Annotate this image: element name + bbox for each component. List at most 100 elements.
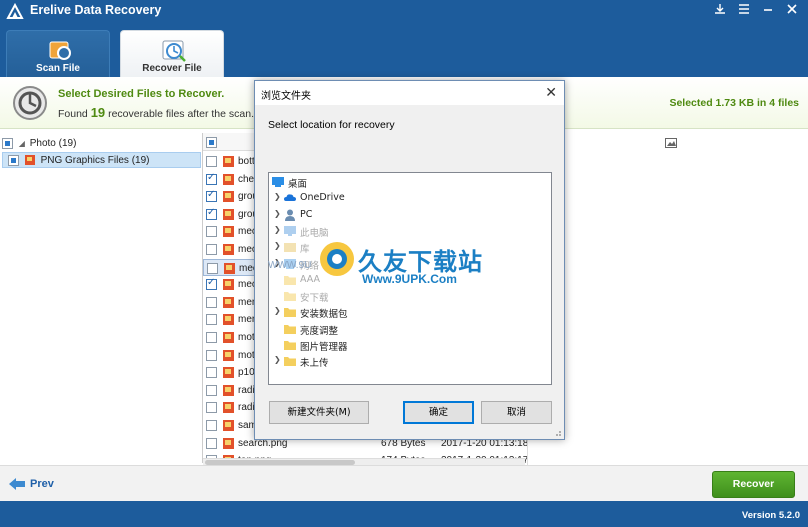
folder-icon [284, 357, 296, 367]
desktop-icon [272, 177, 284, 187]
file-name: mer [238, 296, 256, 308]
folder-tree-label: OneDrive [300, 192, 345, 204]
file-checkbox[interactable] [206, 296, 217, 308]
file-checkbox[interactable] [206, 244, 217, 255]
prev-button[interactable]: Prev [8, 476, 68, 494]
file-checkbox[interactable] [206, 402, 217, 414]
file-checkbox[interactable] [206, 349, 217, 361]
png-file-icon [223, 226, 234, 238]
resize-grip-icon[interactable] [552, 427, 562, 437]
png-file-icon [223, 314, 234, 326]
dialog-prompt: Select location for recovery [268, 119, 395, 131]
file-checkbox[interactable] [206, 189, 217, 203]
expand-chevron-icon[interactable]: ❯ [274, 209, 281, 218]
info-heading: Select Desired Files to Recover. [58, 88, 225, 100]
folder-tree-item[interactable]: 桌面 [269, 174, 549, 190]
library-icon [284, 243, 296, 253]
expand-chevron-icon[interactable]: ❯ [274, 192, 281, 201]
folder-icon [284, 275, 296, 285]
tree-item-png[interactable]: PNG Graphics Files (19) [2, 152, 201, 168]
folder-tree-label: 图片管理器 [300, 342, 348, 353]
png-file-icon [224, 262, 235, 274]
tab-recover-file-label: Recover File [142, 63, 202, 74]
file-checkbox[interactable] [206, 367, 217, 379]
tree-photo-checkbox[interactable] [2, 137, 13, 149]
tab-scan-file[interactable]: Scan File [6, 30, 110, 78]
file-name: radi [238, 402, 255, 414]
file-checkbox[interactable] [206, 332, 217, 343]
bottom-bar: Prev Recover [0, 465, 808, 501]
file-checkbox[interactable] [206, 384, 217, 396]
watermark: 久友下载站 Www.9UPK.Com WWW.9U [268, 238, 518, 292]
recover-icon [162, 40, 186, 62]
expand-chevron-icon[interactable]: ❯ [274, 306, 281, 315]
file-name: mot [238, 332, 255, 343]
tree-item-photo[interactable]: ◢ Photo (19) [2, 136, 200, 152]
expand-chevron-icon[interactable]: ❯ [274, 241, 281, 250]
file-name: radi [238, 384, 255, 396]
folder-tree-item[interactable]: ❯ OneDrive [269, 190, 549, 206]
file-checkbox[interactable] [207, 262, 218, 274]
onedrive-icon [284, 194, 296, 202]
recover-button[interactable]: Recover [712, 471, 795, 498]
watermark-url: Www.9UPK.Com [362, 272, 457, 286]
folder-tree-label: 安装数据包 [300, 309, 348, 321]
close-icon[interactable] [781, 0, 803, 18]
file-checkbox[interactable] [206, 420, 217, 431]
prev-label: Prev [30, 478, 54, 490]
selected-summary: Selected 1.73 KB in 4 files [669, 97, 799, 109]
file-checkbox[interactable] [206, 226, 217, 238]
folder-tree-label: PC [300, 208, 313, 220]
folder-tree-label: 此电脑 [300, 227, 329, 239]
folder-tree-item[interactable]: ❯ PC [269, 207, 549, 223]
tab-recover-file[interactable]: Recover File [120, 30, 224, 78]
file-checkbox[interactable] [206, 172, 217, 185]
expand-chevron-icon[interactable]: ❯ [274, 355, 281, 364]
collapse-icon[interactable]: ◢ [19, 139, 25, 148]
dialog-close-icon[interactable]: ✕ [545, 84, 557, 101]
status-bar: Version 5.2.0 [0, 501, 808, 527]
folder-icon [284, 292, 296, 302]
folder-tree-item[interactable]: ❯ 此电脑 [269, 223, 549, 239]
png-file-icon [223, 402, 234, 414]
folder-tree-label: 安下载 [300, 293, 329, 305]
png-file-icon [223, 296, 234, 308]
settings-icon[interactable] [733, 0, 755, 18]
dialog-title: 浏览文件夹 [261, 91, 311, 102]
folder-icon [284, 341, 296, 350]
tab-scan-file-label: Scan File [36, 63, 80, 74]
folder-tree-item[interactable]: ❯ 安装数据包 [269, 304, 549, 320]
arrow-left-icon [9, 478, 25, 490]
download-icon[interactable] [709, 0, 731, 18]
file-checkbox[interactable] [206, 314, 217, 326]
file-checkbox[interactable] [206, 277, 217, 291]
png-file-icon [223, 173, 234, 185]
found-count: 19 [90, 105, 106, 120]
new-folder-button[interactable]: 新建文件夹(M) [269, 401, 369, 424]
png-file-icon [223, 156, 234, 167]
folder-icon [284, 308, 296, 318]
folder-tree-item[interactable]: 图片管理器 [269, 337, 549, 353]
minimize-icon[interactable] [757, 0, 779, 18]
image-preview-icon[interactable] [665, 138, 677, 148]
png-file-icon [223, 367, 234, 379]
tree-png-checkbox[interactable] [8, 154, 19, 166]
png-file-icon [223, 332, 234, 343]
file-checkbox[interactable] [206, 437, 217, 449]
cancel-button[interactable]: 取消 [481, 401, 552, 424]
png-file-icon [223, 279, 234, 291]
file-checkbox[interactable] [206, 207, 217, 220]
file-name: p10 [238, 367, 255, 379]
folder-tree-item[interactable]: 亮度调整 [269, 321, 549, 337]
category-tree: ◢ Photo (19) PNG Graphics Files (19) [0, 133, 203, 463]
ok-button[interactable]: 确定 [403, 401, 474, 424]
expand-chevron-icon[interactable]: ❯ [274, 225, 281, 234]
select-all-checkbox[interactable] [206, 137, 217, 148]
tree-item-label: PNG Graphics Files (19) [40, 155, 150, 166]
computer-icon [284, 225, 296, 236]
png-file-icon [223, 437, 234, 449]
png-file-icon [223, 191, 234, 203]
png-file-icon [223, 349, 234, 361]
folder-tree-item[interactable]: ❯ 未上传 [269, 353, 549, 369]
file-checkbox[interactable] [206, 156, 217, 167]
